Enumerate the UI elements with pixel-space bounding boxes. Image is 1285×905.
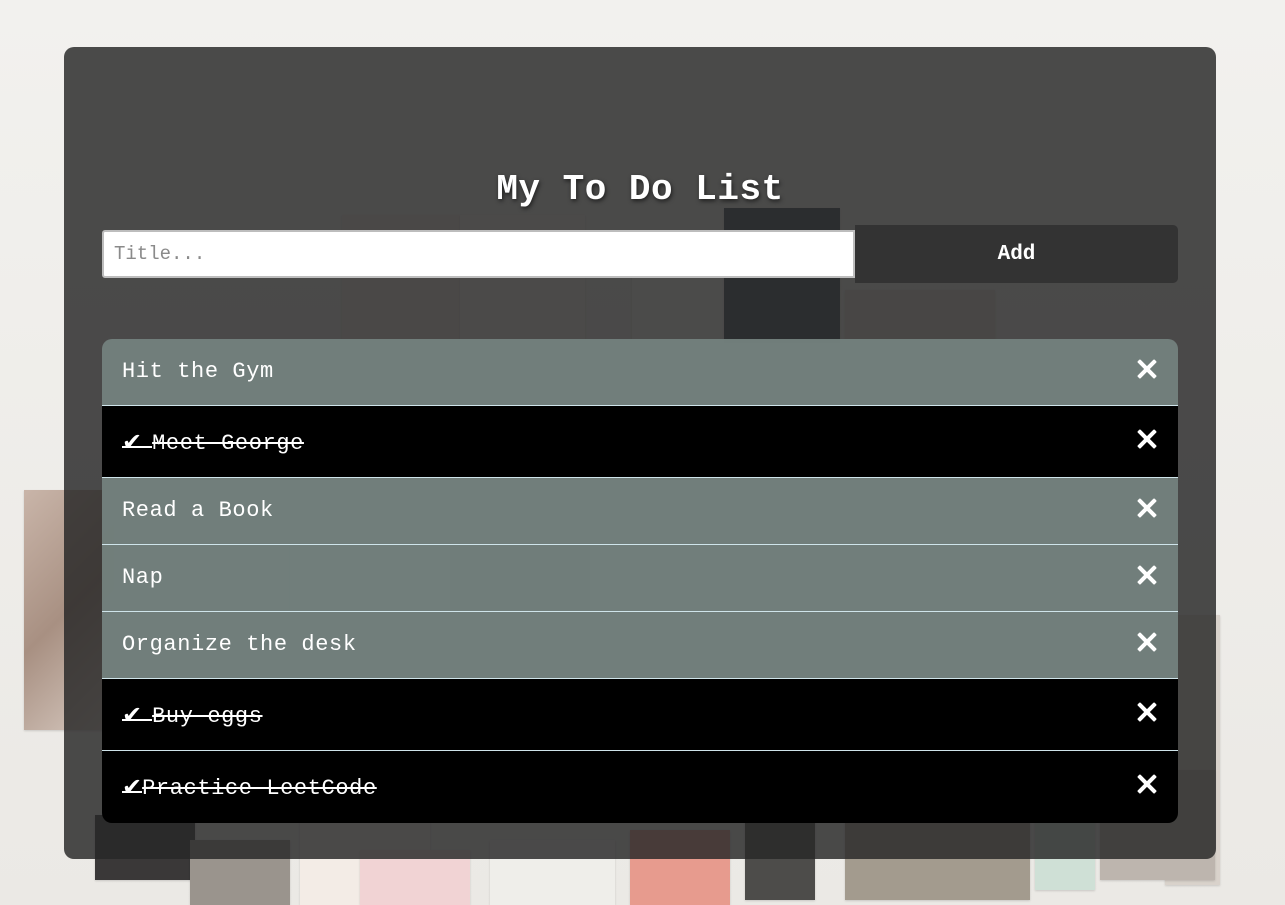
close-icon[interactable] bbox=[1136, 428, 1158, 450]
todo-item[interactable]: Read a Book bbox=[102, 478, 1178, 545]
todo-text: Hit the Gym bbox=[122, 359, 274, 384]
todo-list: Hit the Gym ✔ Meet George Read a Book Nap Org… bbox=[102, 339, 1178, 823]
add-form: Add bbox=[102, 225, 1178, 283]
title-input[interactable] bbox=[102, 230, 855, 278]
add-button[interactable]: Add bbox=[855, 225, 1178, 283]
page-title: My To Do List bbox=[496, 169, 784, 210]
close-icon[interactable] bbox=[1136, 358, 1158, 380]
todo-item[interactable]: ✔ Buy eggs bbox=[102, 679, 1178, 751]
check-icon: ✔ bbox=[122, 428, 143, 456]
header: My To Do List bbox=[64, 47, 1216, 247]
todo-text: Read a Book bbox=[122, 498, 274, 523]
close-icon[interactable] bbox=[1136, 701, 1158, 723]
strikethrough-line bbox=[122, 446, 153, 448]
todo-item[interactable]: ✔ Meet George bbox=[102, 406, 1178, 478]
todo-text: Meet George bbox=[152, 431, 304, 456]
close-icon[interactable] bbox=[1136, 631, 1158, 653]
check-icon: ✔ bbox=[122, 773, 143, 801]
check-icon: ✔ bbox=[122, 701, 143, 729]
todo-item[interactable]: Hit the Gym bbox=[102, 339, 1178, 406]
todo-item[interactable]: Organize the desk bbox=[102, 612, 1178, 679]
todo-text: Buy eggs bbox=[152, 704, 263, 729]
close-icon[interactable] bbox=[1136, 564, 1158, 586]
strikethrough-line bbox=[122, 719, 153, 721]
todo-item[interactable]: Nap bbox=[102, 545, 1178, 612]
todo-text: Organize the desk bbox=[122, 632, 357, 657]
todo-text: Practice LeetCode bbox=[142, 776, 377, 801]
close-icon[interactable] bbox=[1136, 497, 1158, 519]
todo-item[interactable]: ✔ Practice LeetCode bbox=[102, 751, 1178, 823]
close-icon[interactable] bbox=[1136, 773, 1158, 795]
strikethrough-line bbox=[122, 791, 143, 793]
todo-text: Nap bbox=[122, 565, 164, 590]
